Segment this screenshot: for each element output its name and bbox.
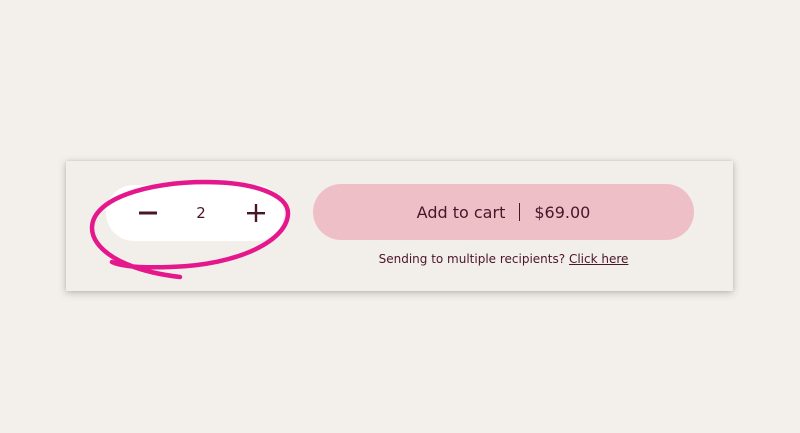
decrease-quantity-button[interactable] <box>120 185 176 241</box>
plus-icon <box>247 204 265 222</box>
button-divider <box>519 203 521 221</box>
minus-icon <box>139 211 157 215</box>
quantity-stepper: 2 <box>106 185 284 241</box>
add-to-cart-panel: 2 Add to cart $69.00 Sending to multiple… <box>66 161 733 291</box>
add-to-cart-label: Add to cart <box>416 202 506 222</box>
multiple-recipients-link[interactable]: Click here <box>569 252 628 266</box>
add-to-cart-price: $69.00 <box>534 202 591 222</box>
increase-quantity-button[interactable] <box>228 185 284 241</box>
add-to-cart-button[interactable]: Add to cart $69.00 <box>313 184 694 240</box>
quantity-value[interactable]: 2 <box>176 185 226 241</box>
multiple-recipients-note: Sending to multiple recipients? Click he… <box>313 252 694 266</box>
multiple-recipients-prompt: Sending to multiple recipients? <box>378 252 566 266</box>
